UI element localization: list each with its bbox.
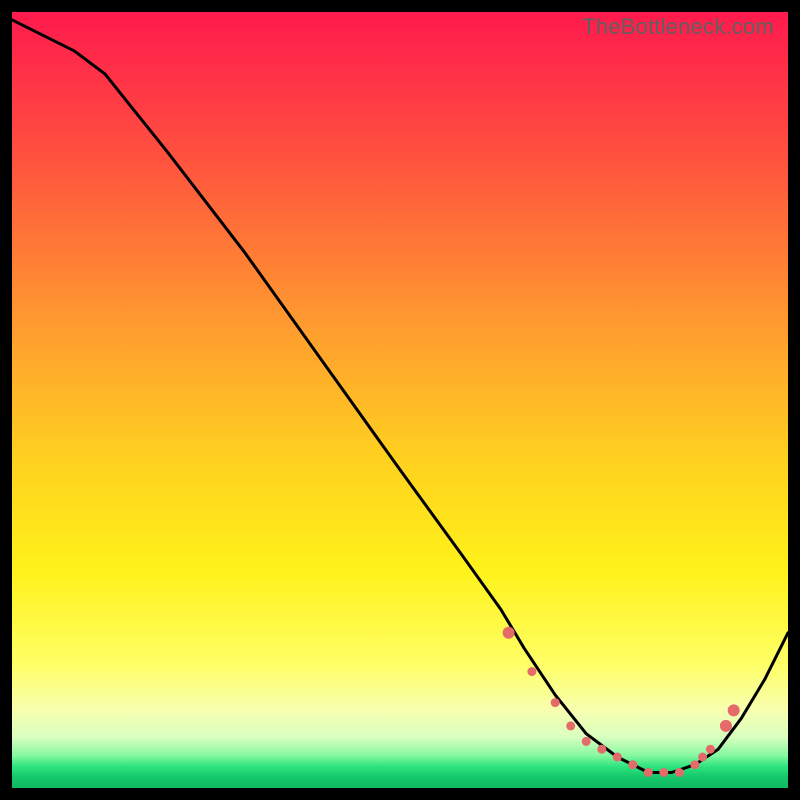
marker-point [690, 760, 699, 769]
bottleneck-chart [12, 12, 788, 788]
marker-point [706, 745, 715, 754]
watermark-label: TheBottleneck.com [582, 14, 774, 40]
marker-point [628, 760, 637, 769]
chart-background [12, 12, 788, 788]
marker-point [698, 753, 707, 762]
marker-point [659, 768, 668, 777]
marker-point [613, 753, 622, 762]
marker-point [675, 768, 684, 777]
marker-point [597, 745, 606, 754]
marker-point [503, 627, 515, 639]
marker-point [566, 721, 575, 730]
chart-frame: TheBottleneck.com [12, 12, 788, 788]
marker-point [644, 768, 653, 777]
marker-point [728, 704, 740, 716]
marker-point [582, 737, 591, 746]
marker-point [527, 667, 536, 676]
marker-point [551, 698, 560, 707]
marker-point [720, 720, 732, 732]
